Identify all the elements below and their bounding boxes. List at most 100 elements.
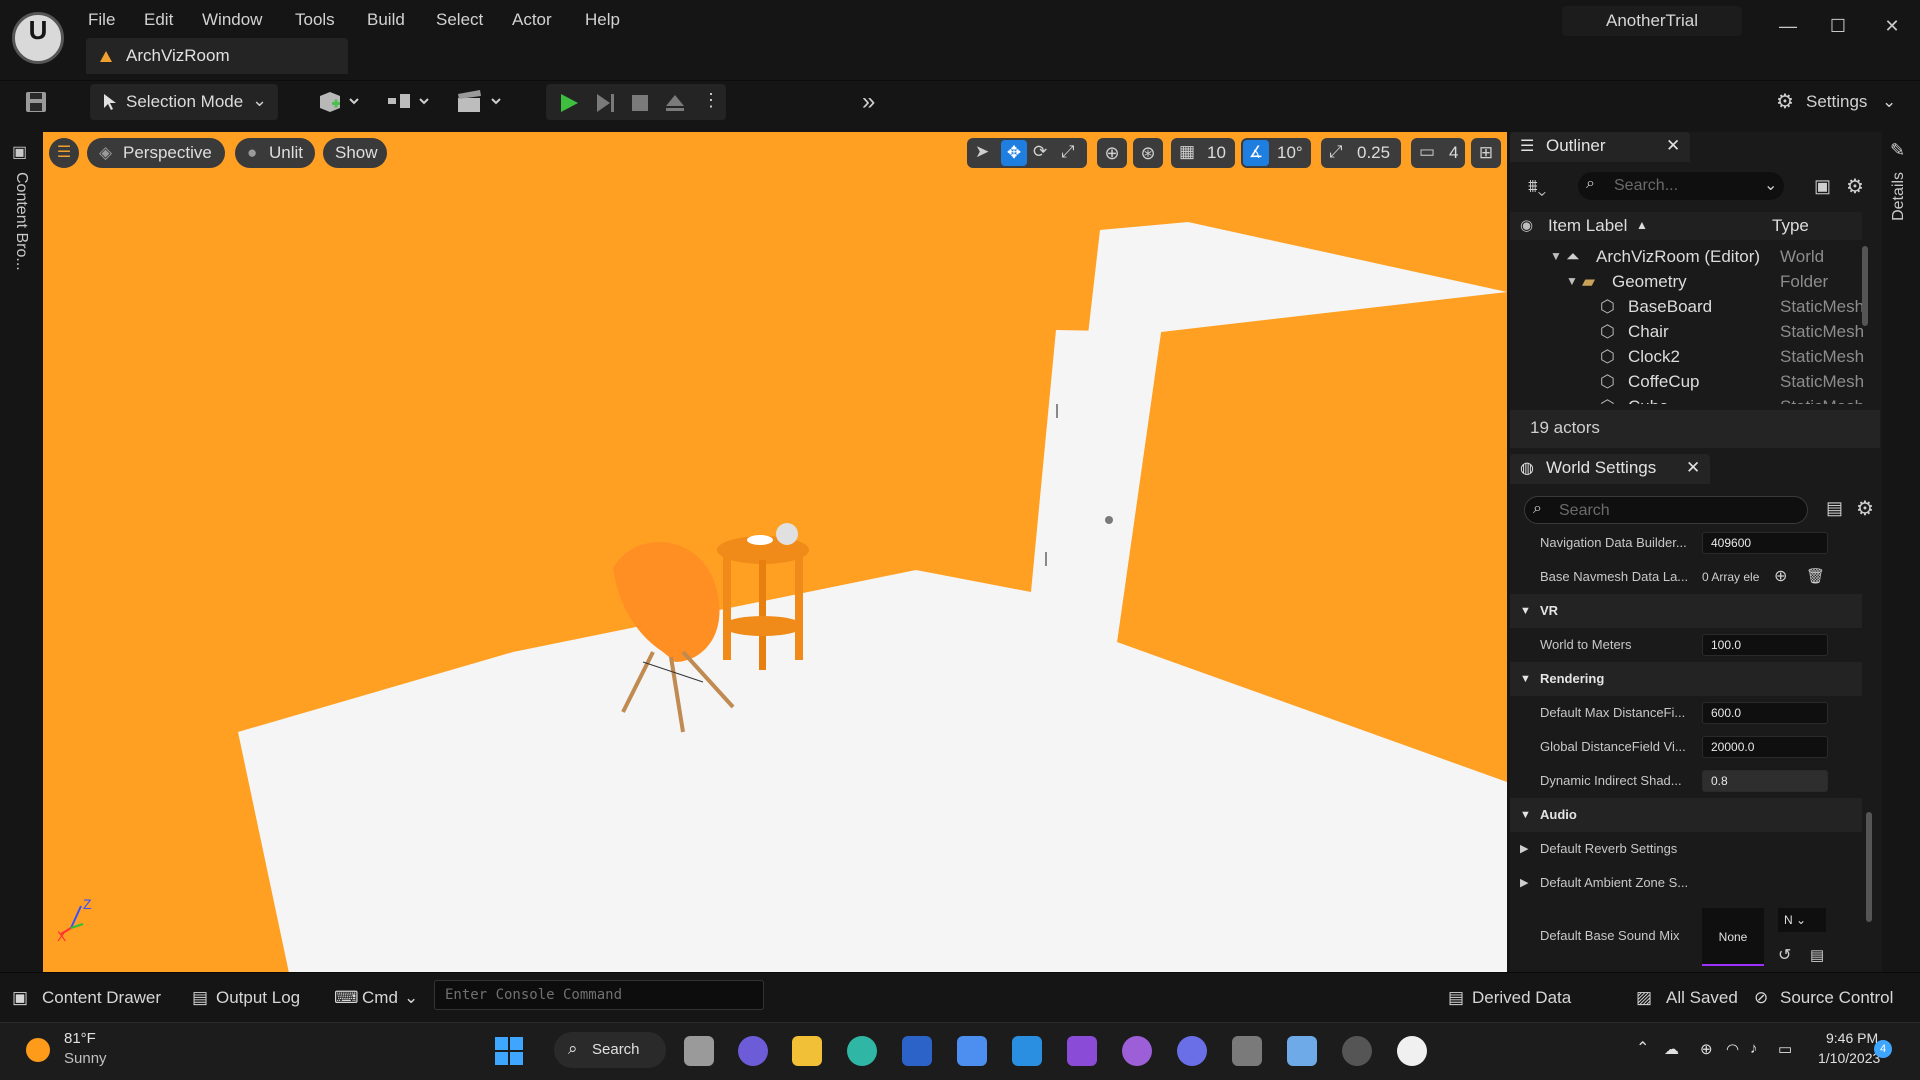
content-browser-tab[interactable]: Content Bro... [12, 172, 30, 271]
filter-icon[interactable]: ⩩⌄ [1528, 176, 1546, 197]
output-log-button[interactable]: ▤ Output Log [192, 984, 318, 1012]
more-options-icon[interactable]: ⋮ [702, 90, 720, 111]
advance-frame-icon[interactable] [594, 92, 616, 114]
maximize-icon[interactable]: ☐ [1818, 6, 1858, 46]
menu-window[interactable]: Window [202, 8, 262, 32]
outliner-row-world[interactable]: ▼ ⏶ ArchVizRoom (Editor) World [1510, 244, 1868, 269]
selection-mode-dropdown[interactable]: Selection Mode ⌄ [90, 84, 278, 120]
notepad-icon[interactable] [957, 1036, 987, 1066]
level-viewport[interactable]: ☰ ◈ Perspective ● Unlit Show ➤ ✥ ⟳ ⤢ ⊕ ⊛… [43, 132, 1507, 972]
section-audio[interactable]: ▼ Audio [1510, 798, 1862, 832]
rotation-snap[interactable]: ∡ 10° [1241, 138, 1311, 168]
scale-snap[interactable]: ⤢ 0.25 [1321, 138, 1401, 168]
content-browser-icon[interactable]: ▣ [12, 142, 27, 162]
section-vr[interactable]: ▼ VR [1510, 594, 1862, 628]
menu-edit[interactable]: Edit [144, 8, 173, 32]
eject-icon[interactable] [664, 92, 686, 114]
teams-icon[interactable] [738, 1036, 768, 1066]
property-row[interactable]: ▶ Default Reverb Settings [1510, 832, 1862, 866]
clock-time[interactable]: 9:46 PM [1826, 1030, 1878, 1046]
visibility-eye-icon[interactable]: ◉ [1520, 216, 1533, 234]
content-drawer-button[interactable]: ▣ Content Drawer [12, 984, 180, 1012]
property-value[interactable]: 20000.0 [1702, 736, 1828, 758]
add-folder-icon[interactable]: ▣ [1814, 176, 1831, 197]
menu-help[interactable]: Help [585, 8, 620, 32]
property-value[interactable]: 600.0 [1702, 702, 1828, 724]
tray-chevron-up-icon[interactable]: ⌃ [1636, 1038, 1649, 1058]
add-actor-button[interactable] [316, 88, 364, 116]
rotate-icon[interactable]: ⟳ [1033, 142, 1047, 162]
menu-tools[interactable]: Tools [295, 8, 335, 32]
table-view-icon[interactable]: ▤ [1826, 498, 1843, 519]
outliner-search-input[interactable]: ⌕ Search... ⌄ [1578, 172, 1784, 200]
github-icon[interactable] [1122, 1036, 1152, 1066]
property-value[interactable]: 409600 [1702, 532, 1828, 554]
outliner-scrollbar[interactable] [1862, 246, 1868, 326]
edge-icon[interactable] [847, 1036, 877, 1066]
world-settings-tab[interactable]: ◍ World Settings ✕ [1510, 454, 1710, 484]
cinematics-button[interactable] [456, 88, 506, 116]
details-settings-icon[interactable]: ⚙ [1856, 496, 1874, 521]
calculator-icon[interactable] [1232, 1036, 1262, 1066]
world-space-icon[interactable]: ⊕ [1097, 138, 1127, 168]
outliner-row-mesh[interactable]: ⬡ Chair StaticMesh [1510, 319, 1868, 344]
wifi-icon[interactable]: ◠ [1726, 1040, 1739, 1058]
menu-file[interactable]: File [88, 8, 115, 32]
world-settings-search-input[interactable]: ⌕ Search [1524, 496, 1808, 524]
edit-pencil-icon[interactable]: ✎ [1890, 140, 1905, 161]
word-icon[interactable] [902, 1036, 932, 1066]
notification-badge[interactable]: 4 [1874, 1040, 1892, 1058]
unreal-taskbar-icon[interactable] [1397, 1036, 1427, 1066]
windows-start-icon[interactable] [494, 1036, 524, 1066]
source-control-button[interactable]: ⊘ Source Control [1754, 984, 1914, 1012]
outliner-row-mesh[interactable]: ⬡ BaseBoard StaticMesh [1510, 294, 1868, 319]
camera-speed[interactable]: ▭ 4 [1411, 138, 1465, 168]
select-arrow-icon[interactable]: ➤ [975, 142, 989, 162]
view-mode-button[interactable]: ● Unlit [235, 138, 315, 168]
minimize-icon[interactable]: — [1768, 6, 1808, 46]
menu-build[interactable]: Build [367, 8, 405, 32]
expand-arrow-icon[interactable]: ▼ [1566, 269, 1578, 294]
property-row[interactable]: ▶ Default Ambient Zone S... [1510, 866, 1862, 900]
play-icon[interactable] [558, 92, 580, 114]
stop-icon[interactable] [630, 93, 650, 113]
cmd-dropdown[interactable]: ⌨ Cmd ⌄ [334, 984, 426, 1012]
show-button[interactable]: Show [323, 138, 387, 168]
outliner-row-mesh[interactable]: ⬡ Cube StaticMesh [1510, 394, 1868, 404]
taskbar-search[interactable]: ⌕ Search [554, 1032, 666, 1068]
scale-icon[interactable]: ⤢ [1061, 142, 1075, 162]
outliner-row-folder[interactable]: ▼ ▰ Geometry Folder [1510, 269, 1868, 294]
battery-icon[interactable]: ▭ [1778, 1040, 1792, 1058]
clock-date[interactable]: 1/10/2023 [1818, 1050, 1880, 1066]
translate-icon[interactable]: ✥ [1001, 140, 1027, 166]
3d-viewer-icon[interactable] [1287, 1036, 1317, 1066]
outliner-tab[interactable]: ☰ Outliner ✕ [1510, 132, 1690, 162]
reset-arrow-icon[interactable]: ↺ [1778, 924, 1791, 972]
close-outliner-icon[interactable]: ✕ [1666, 136, 1680, 156]
unreal-logo-icon[interactable]: U [12, 12, 64, 64]
perspective-button[interactable]: ◈ Perspective [87, 138, 225, 168]
outliner-row-mesh[interactable]: ⬡ CoffeCup StaticMesh [1510, 369, 1868, 394]
expand-arrow-icon[interactable]: ▼ [1550, 244, 1562, 269]
save-icon[interactable] [24, 90, 48, 114]
outliner-row-mesh[interactable]: ⬡ Clock2 StaticMesh [1510, 344, 1868, 369]
menu-select[interactable]: Select [436, 8, 483, 32]
blueprint-button[interactable] [386, 88, 434, 116]
vscode-icon[interactable] [1012, 1036, 1042, 1066]
outliner-settings-icon[interactable]: ⚙ [1846, 174, 1864, 199]
details-tab[interactable]: Details [1890, 172, 1908, 221]
derived-data-button[interactable]: ▤ Derived Data [1448, 984, 1608, 1012]
menu-actor[interactable]: Actor [512, 8, 552, 32]
property-value[interactable]: 100.0 [1702, 634, 1828, 656]
close-world-settings-icon[interactable]: ✕ [1686, 458, 1700, 478]
language-icon[interactable]: ⊕ [1700, 1040, 1713, 1058]
hamburger-menu-icon[interactable]: ☰ [49, 138, 79, 168]
onedrive-icon[interactable]: ☁ [1664, 1040, 1679, 1058]
console-input[interactable]: Enter Console Command [434, 980, 764, 1010]
sun-icon[interactable] [26, 1038, 50, 1062]
section-rendering[interactable]: ▼ Rendering [1510, 662, 1862, 696]
trash-icon[interactable]: 🗑 [1806, 560, 1825, 594]
document-tab[interactable]: ArchVizRoom [86, 38, 348, 74]
visual-studio-icon[interactable] [1067, 1036, 1097, 1066]
surface-snap-icon[interactable]: ⊛ [1133, 138, 1163, 168]
